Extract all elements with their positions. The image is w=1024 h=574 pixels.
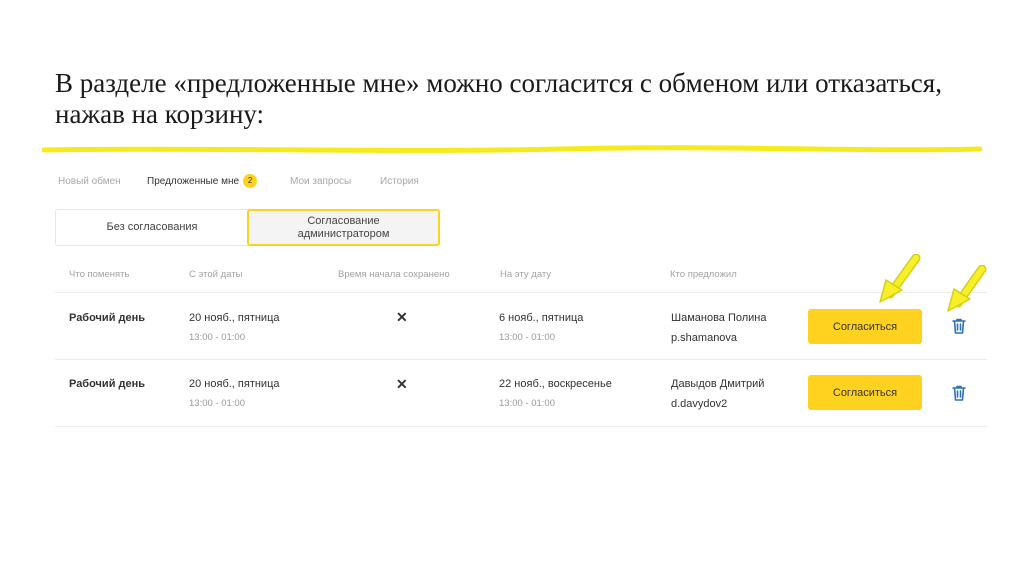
row-1-to: 6 нояб., пятница 13:00 - 01:00 xyxy=(499,311,583,345)
count-badge: 2 xyxy=(243,174,258,189)
column-header-what: Что поменять xyxy=(69,269,130,280)
without-approval-option[interactable]: Без согласования xyxy=(56,209,248,246)
row-1-from: 20 нояб., пятница 13:00 - 01:00 xyxy=(189,311,280,345)
cross-icon: ✕ xyxy=(396,376,408,392)
tab-label: История xyxy=(380,176,419,187)
approval-mode-switch: Без согласования Согласование администра… xyxy=(55,209,440,246)
row-1-what: Рабочий день xyxy=(69,312,146,324)
agree-button[interactable]: Согласиться xyxy=(808,309,922,344)
to-date: 22 нояб., воскресенье xyxy=(499,378,612,390)
admin-approval-option[interactable]: Согласование администратором xyxy=(247,209,440,246)
tab-my-requests[interactable]: Мои запросы xyxy=(290,174,351,190)
row-2-what: Рабочий день xyxy=(69,378,146,390)
to-time: 13:00 - 01:00 xyxy=(499,398,555,409)
arrow-icon xyxy=(879,254,921,303)
tab-history[interactable]: История xyxy=(380,174,419,190)
who-login: p.shamanova xyxy=(671,332,738,344)
agree-button[interactable]: Согласиться xyxy=(808,375,922,410)
column-header-time-saved: Время начала сохранено xyxy=(338,269,450,280)
column-header-who: Кто предложил xyxy=(670,269,737,280)
from-time: 13:00 - 01:00 xyxy=(189,332,245,343)
admin-approval-label: Согласование администратором xyxy=(297,214,390,240)
arrow-icon xyxy=(947,265,987,312)
to-time: 13:00 - 01:00 xyxy=(499,332,555,343)
column-header-from-date: С этой даты xyxy=(189,269,243,280)
from-time: 13:00 - 01:00 xyxy=(189,398,245,409)
to-date: 6 нояб., пятница xyxy=(499,312,584,324)
row-1-who: Шаманова Полина p.shamanova xyxy=(671,311,767,345)
table-divider xyxy=(55,359,987,360)
who-name: Шаманова Полина xyxy=(671,312,767,324)
row-2-who: Давыдов Дмитрий d.davydov2 xyxy=(671,377,764,411)
tab-label: Предложенные мне xyxy=(147,176,240,187)
table-divider xyxy=(55,292,987,293)
row-2-from: 20 нояб., пятница 13:00 - 01:00 xyxy=(189,377,280,411)
tab-label: Новый обмен xyxy=(58,176,121,187)
highlighter-underline xyxy=(42,145,982,153)
cross-icon: ✕ xyxy=(396,309,408,325)
from-date: 20 нояб., пятница xyxy=(189,378,280,390)
who-login: d.davydov2 xyxy=(671,398,728,410)
trash-icon[interactable] xyxy=(952,318,966,334)
tab-offered-to-me[interactable]: Предложенные мне 2 xyxy=(147,174,258,190)
trash-icon[interactable] xyxy=(952,385,966,401)
who-name: Давыдов Дмитрий xyxy=(671,378,765,390)
tab-new-exchange[interactable]: Новый обмен xyxy=(58,174,121,190)
table-divider xyxy=(55,426,987,427)
from-date: 20 нояб., пятница xyxy=(189,312,280,324)
row-2-to: 22 нояб., воскресенье 13:00 - 01:00 xyxy=(499,377,612,411)
slide-title: В разделе «предложенные мне» можно согла… xyxy=(55,68,942,129)
column-header-to-date: На эту дату xyxy=(500,269,552,280)
tab-label: Мои запросы xyxy=(290,176,352,187)
